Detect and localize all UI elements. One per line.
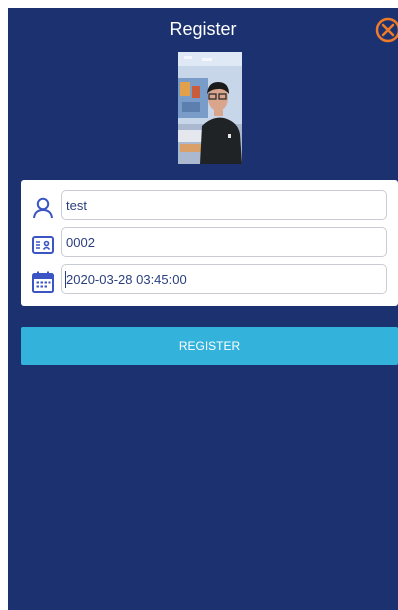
id-field-value: 0002 — [66, 235, 95, 250]
register-form-card: test 0002 2020-03-28 03:45:00 — [21, 180, 398, 306]
face-photo — [178, 52, 242, 164]
calendar-icon — [32, 271, 54, 293]
close-button[interactable] — [374, 16, 398, 44]
face-photo-image — [178, 52, 242, 164]
date-field[interactable]: 2020-03-28 03:45:00 — [61, 264, 387, 294]
name-field[interactable]: test — [61, 190, 387, 220]
page-title: Register — [169, 19, 237, 39]
register-button[interactable]: REGISTER — [21, 327, 398, 365]
register-screen: Register test 0002 2020-03-28 03:45:00 R… — [8, 8, 398, 610]
user-icon — [33, 197, 53, 219]
date-field-value: 2020-03-28 03:45:00 — [66, 272, 187, 287]
name-field-value: test — [66, 198, 87, 213]
id-card-icon — [32, 236, 54, 254]
register-button-label: REGISTER — [178, 339, 241, 353]
close-icon — [375, 17, 398, 43]
id-field[interactable]: 0002 — [61, 227, 387, 257]
